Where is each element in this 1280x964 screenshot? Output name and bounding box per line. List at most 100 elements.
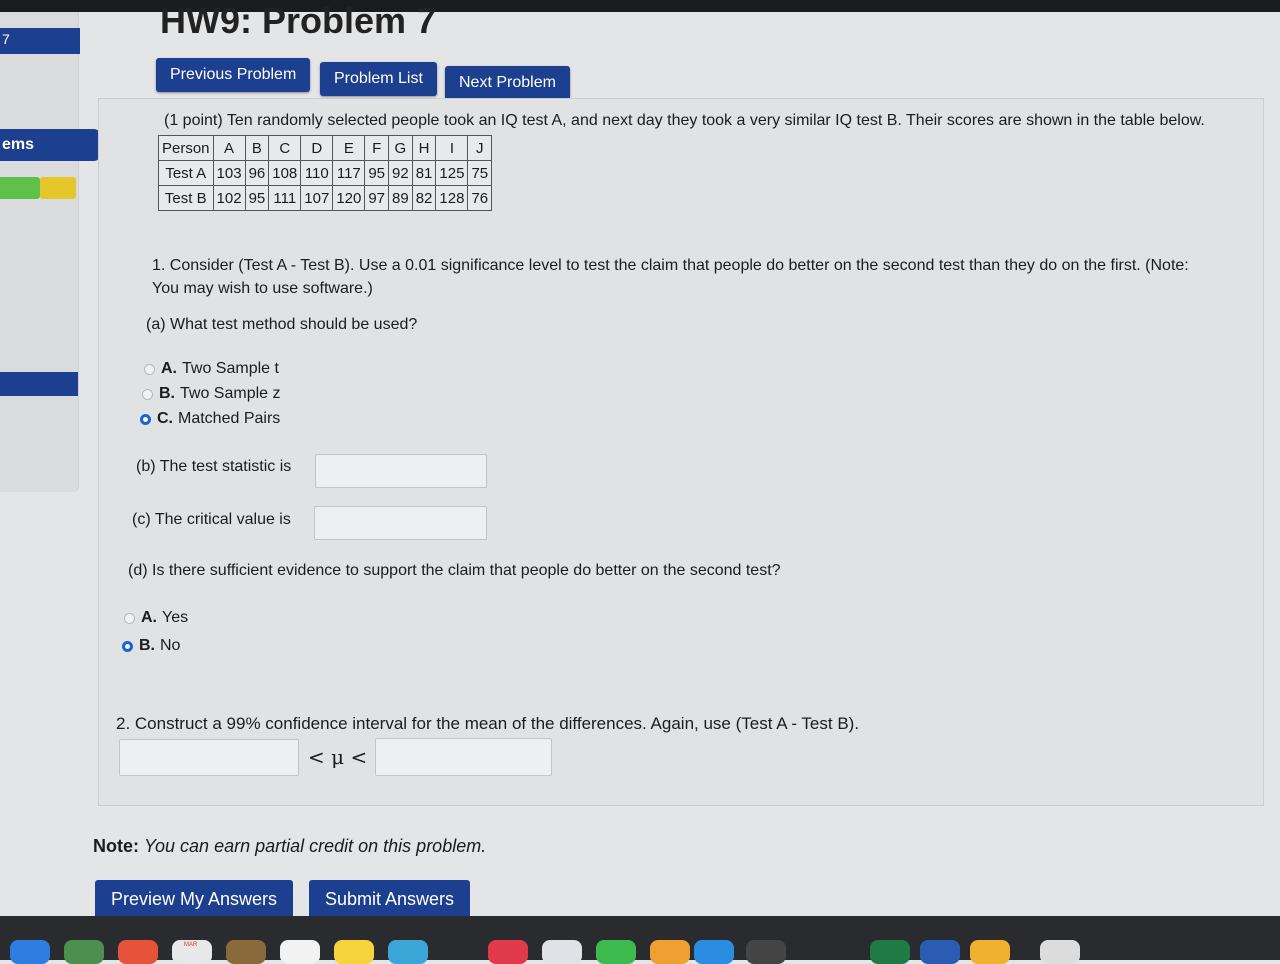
option-label: Two Sample t <box>182 360 279 377</box>
sidebar-problem-number[interactable]: 7 <box>0 28 80 54</box>
table-cell: 95 <box>364 160 390 186</box>
table-cell: 89 <box>388 185 413 211</box>
table-cell: C <box>268 135 302 161</box>
question-1: 1. Consider (Test A - Test B). Use a 0.0… <box>152 257 1189 297</box>
option-label: Yes <box>162 609 189 626</box>
table-cell: 111 <box>268 185 302 211</box>
ci-upper-input[interactable] <box>375 738 552 776</box>
evidence-option-a[interactable]: A. Yes <box>124 609 188 627</box>
previous-problem-button[interactable]: Previous Problem <box>156 58 311 92</box>
radio-button[interactable] <box>144 363 155 375</box>
news-icon[interactable] <box>488 940 528 964</box>
table-cell: 102 <box>212 185 246 211</box>
table-cell: A <box>212 135 246 161</box>
table-row: Test B 102 95 111 107 120 97 89 82 128 7… <box>158 185 493 211</box>
radio-button[interactable] <box>142 388 153 400</box>
table-cell: 95 <box>244 185 270 211</box>
test-statistic-input[interactable] <box>315 454 487 488</box>
table-cell: D <box>300 135 334 161</box>
page-title: HW9: Problem 7 <box>160 0 437 41</box>
sidebar <box>0 12 79 492</box>
table-row: Test A 103 96 108 110 117 95 92 81 125 7… <box>158 160 493 186</box>
table-cell: 103 <box>212 160 246 186</box>
note-text: You can earn partial credit on this prob… <box>144 836 487 856</box>
pages-icon[interactable] <box>650 940 690 964</box>
preview-answers-button[interactable]: Preview My Answers <box>95 880 294 918</box>
question-2: 2. Construct a 99% confidence interval f… <box>116 714 860 733</box>
sidebar-item-highlight[interactable] <box>0 372 78 396</box>
option-label: Matched Pairs <box>178 410 281 427</box>
partial-credit-note: Note: You can earn partial credit on thi… <box>93 836 486 857</box>
table-cell: Test B <box>158 185 214 211</box>
photos-icon[interactable] <box>118 940 158 964</box>
table-cell: J <box>467 135 493 161</box>
sidebar-progress-yellow <box>40 177 76 199</box>
preview-app-icon[interactable] <box>1040 940 1080 964</box>
table-cell: Person <box>158 135 214 161</box>
radio-button-selected[interactable] <box>140 413 151 425</box>
table-cell: 110 <box>300 160 334 186</box>
maps-icon[interactable] <box>64 940 104 964</box>
table-cell: G <box>388 135 413 161</box>
table-cell: F <box>364 135 390 161</box>
word-icon[interactable] <box>920 940 960 964</box>
problem-list-button[interactable]: Problem List <box>320 62 437 96</box>
finder-icon[interactable] <box>10 940 50 964</box>
option-key: A. <box>141 609 157 626</box>
question-b: (b) The test statistic is <box>136 458 292 475</box>
table-cell: 96 <box>244 160 270 186</box>
question-c: (c) The critical value is <box>132 511 291 528</box>
table-cell: 117 <box>332 160 366 186</box>
calendar-month-label: MAR <box>184 942 198 948</box>
home-icon[interactable] <box>970 940 1010 964</box>
sidebar-progress-green <box>0 177 40 199</box>
table-cell: 97 <box>364 185 390 211</box>
ci-lower-input[interactable] <box>119 739 299 776</box>
option-key: A. <box>161 360 177 377</box>
method-option-c[interactable]: C. Matched Pairs <box>140 410 280 428</box>
table-cell: H <box>411 135 437 161</box>
next-problem-button[interactable]: Next Problem <box>445 66 570 100</box>
table-cell: Test A <box>158 160 214 186</box>
option-key: B. <box>139 637 155 654</box>
option-label: Two Sample z <box>180 385 281 402</box>
table-cell: E <box>332 135 366 161</box>
question-d: (d) Is there sufficient evidence to supp… <box>128 562 781 579</box>
reminders-icon[interactable] <box>280 940 320 964</box>
calendar-icon[interactable]: MAR <box>172 940 212 964</box>
table-cell: 120 <box>332 185 366 211</box>
numbers-icon[interactable] <box>596 940 636 964</box>
messages-icon[interactable] <box>388 940 428 964</box>
table-header-row: Person A B C D E F G H I J <box>158 135 493 161</box>
table-cell: 125 <box>435 160 469 186</box>
stickies-icon[interactable] <box>334 940 374 964</box>
table-cell: 76 <box>467 185 493 211</box>
scores-table: Person A B C D E F G H I J Test A 103 96… <box>158 135 493 211</box>
xcode-icon[interactable] <box>694 940 734 964</box>
method-option-b[interactable]: B. Two Sample z <box>142 385 280 403</box>
radio-button[interactable] <box>124 612 135 624</box>
table-cell: 82 <box>411 185 437 211</box>
excel-icon[interactable] <box>870 940 910 964</box>
option-label: No <box>160 637 181 654</box>
keynote-icon[interactable] <box>542 940 582 964</box>
submit-answers-button[interactable]: Submit Answers <box>309 880 471 918</box>
problem-intro: (1 point) Ten randomly selected people t… <box>164 112 1205 129</box>
table-cell: 81 <box>411 160 437 186</box>
table-cell: 75 <box>467 160 493 186</box>
table-cell: I <box>435 135 469 161</box>
option-key: C. <box>157 410 173 427</box>
table-cell: B <box>244 135 270 161</box>
table-cell: 108 <box>268 160 302 186</box>
notes-icon[interactable] <box>226 940 266 964</box>
disk-utility-icon[interactable] <box>746 940 786 964</box>
table-cell: 107 <box>300 185 334 211</box>
sidebar-item-problems[interactable]: ems <box>0 129 100 161</box>
evidence-option-b[interactable]: B. No <box>122 637 180 655</box>
table-cell: 92 <box>388 160 413 186</box>
option-key: B. <box>159 385 175 402</box>
method-option-a[interactable]: A. Two Sample t <box>144 360 279 378</box>
critical-value-input[interactable] <box>314 506 487 540</box>
question-a: (a) What test method should be used? <box>146 316 418 333</box>
radio-button-selected[interactable] <box>122 640 133 652</box>
